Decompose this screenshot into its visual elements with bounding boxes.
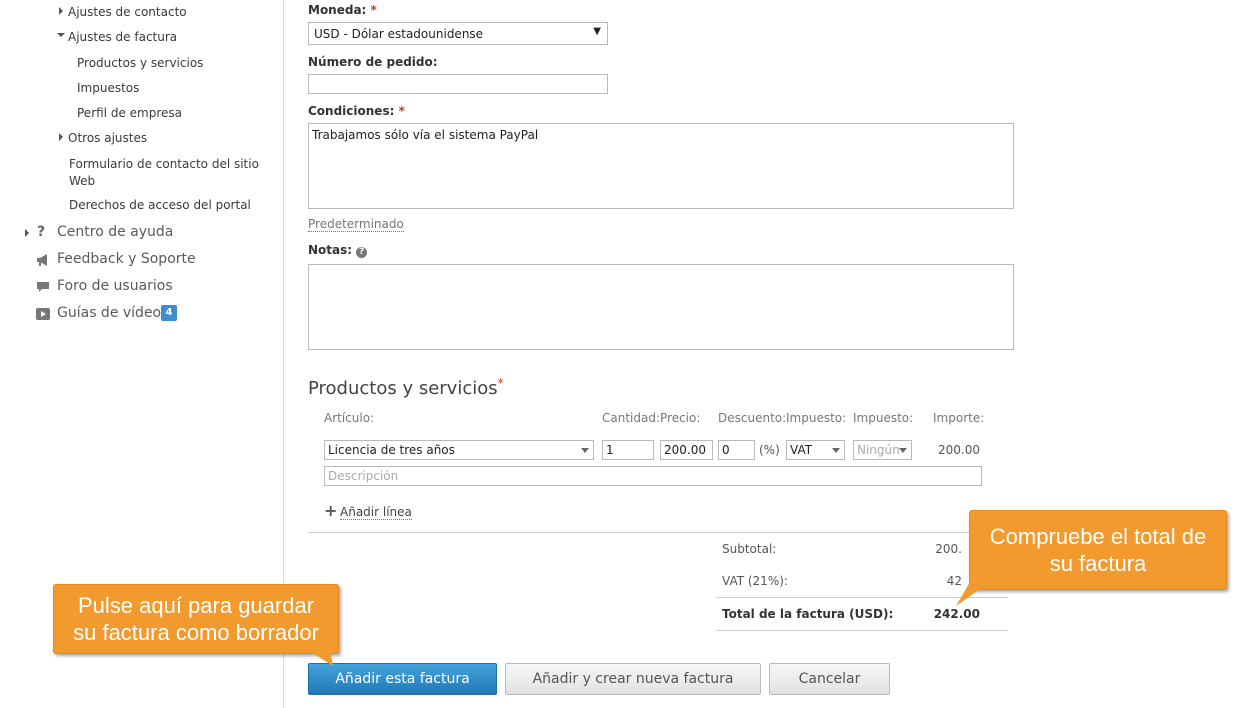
order-number-label: Número de pedido:: [308, 55, 438, 69]
sidebar-item-forum[interactable]: Foro de usuarios: [57, 278, 173, 294]
expand-arrow-icon[interactable]: [59, 133, 63, 141]
expand-arrow-icon[interactable]: [59, 7, 63, 15]
description-input[interactable]: Descripción: [324, 466, 982, 486]
vat-label: VAT (21%):: [722, 574, 788, 588]
video-guides-count-badge: 4: [161, 305, 177, 321]
item-selected-value: Licencia de tres años: [328, 443, 455, 457]
required-mark: *: [370, 3, 377, 17]
currency-select[interactable]: USD - Dólar estadounidense ▼: [308, 22, 608, 45]
subtotal-value: 200.: [935, 542, 962, 556]
tax2-select[interactable]: Ningún: [853, 440, 912, 460]
expand-arrow-icon[interactable]: [25, 229, 29, 237]
quantity-input[interactable]: 1: [602, 440, 654, 460]
add-invoice-button[interactable]: Añadir esta factura: [308, 663, 497, 695]
save-draft-callout: Pulse aquí para guardar su factura como …: [53, 584, 339, 654]
sidebar-item-website-contact-form[interactable]: Formulario de contacto del sitio Web: [69, 156, 259, 190]
price-input[interactable]: 200.00: [660, 440, 713, 460]
add-and-new-invoice-button[interactable]: Añadir y crear nueva factura: [505, 663, 761, 695]
column-header-tax1: Impuesto:: [786, 411, 847, 425]
dropdown-arrow-icon: ▼: [593, 26, 601, 37]
callout-pointer: [308, 650, 333, 666]
megaphone-icon: [37, 254, 47, 266]
divider: [308, 532, 1008, 533]
callout-text: su factura como borrador: [73, 620, 319, 645]
dropdown-arrow-icon: [581, 448, 589, 453]
notes-textarea[interactable]: [308, 264, 1014, 350]
column-header-quantity: Cantidad:: [602, 411, 661, 425]
sidebar-item-products-services[interactable]: Productos y servicios: [77, 56, 203, 70]
column-header-discount: Descuento:: [718, 411, 787, 425]
conditions-label-text: Condiciones:: [308, 104, 395, 118]
currency-label-text: Moneda:: [308, 3, 367, 17]
callout-pointer: [956, 582, 990, 606]
required-mark: *: [497, 376, 504, 390]
callout-text: Pulse aquí para guardar: [77, 593, 315, 618]
check-total-callout: Compruebe el total de su factura: [969, 510, 1227, 590]
column-header-tax2: Impuesto:: [853, 411, 914, 425]
currency-label: Moneda: *: [308, 3, 377, 17]
divider: [716, 630, 1008, 631]
discount-unit: (%): [759, 443, 780, 457]
callout-text: Compruebe el total de: [989, 524, 1207, 549]
description-placeholder: Descripción: [328, 469, 399, 483]
subtotal-label: Subtotal:: [722, 542, 777, 556]
collapse-arrow-icon[interactable]: [57, 33, 65, 37]
dropdown-arrow-icon: [832, 448, 840, 453]
invoice-total-label: Total de la factura (USD):: [722, 607, 894, 621]
default-conditions-link[interactable]: Predeterminado: [308, 217, 404, 232]
sidebar-item-help-center[interactable]: Centro de ayuda: [57, 224, 173, 240]
tax2-selected-value: Ningún: [857, 443, 900, 457]
sidebar-item-portal-access[interactable]: Derechos de acceso del portal: [69, 198, 251, 212]
sidebar-item-label: Formulario de contacto del sitio: [69, 157, 259, 171]
sidebar-item-company-profile[interactable]: Perfil de empresa: [77, 106, 182, 120]
sidebar-item-video-guides[interactable]: Guías de vídeo: [57, 305, 161, 321]
sidebar-item-feedback[interactable]: Feedback y Soporte: [57, 251, 196, 267]
help-icon[interactable]: ?: [356, 247, 368, 258]
tax1-selected-value: VAT: [790, 443, 813, 457]
column-header-amount: Importe:: [933, 411, 985, 425]
plus-icon[interactable]: +: [324, 503, 337, 519]
sidebar-item-other-settings[interactable]: Otros ajustes: [68, 131, 147, 145]
cancel-button[interactable]: Cancelar: [769, 663, 890, 695]
question-mark-icon: ?: [37, 224, 46, 240]
products-section-title-text: Productos y servicios: [308, 378, 498, 399]
required-mark: *: [398, 104, 405, 118]
tax1-select[interactable]: VAT: [786, 440, 845, 460]
currency-selected-value: USD - Dólar estadounidense: [314, 27, 484, 41]
line-amount: 200.00: [938, 443, 980, 457]
add-line-link[interactable]: Añadir línea: [340, 505, 412, 520]
conditions-textarea[interactable]: Trabajamos sólo vía el sistema PayPal: [308, 123, 1014, 209]
column-header-price: Precio:: [660, 411, 701, 425]
sidebar-item-label: Web: [69, 174, 96, 188]
sidebar-item-invoice-settings[interactable]: Ajustes de factura: [68, 30, 177, 44]
notes-label-text: Notas:: [308, 243, 353, 257]
sidebar-item-taxes[interactable]: Impuestos: [77, 81, 139, 95]
item-select[interactable]: Licencia de tres años: [324, 440, 594, 460]
invoice-total-value: 242.00: [933, 607, 980, 621]
video-play-icon: [36, 308, 50, 320]
callout-text: su factura: [1049, 551, 1147, 576]
notes-label: Notas:?: [308, 243, 368, 258]
conditions-label: Condiciones: *: [308, 104, 405, 118]
products-section-title: Productos y servicios*: [308, 376, 504, 399]
dropdown-arrow-icon: [899, 448, 907, 453]
sidebar-item-contact-settings[interactable]: Ajustes de contacto: [68, 5, 187, 19]
column-header-item: Artículo:: [324, 411, 375, 425]
order-number-input[interactable]: [308, 74, 608, 94]
discount-input[interactable]: 0: [718, 440, 755, 460]
chat-bubble-icon: [37, 282, 49, 292]
